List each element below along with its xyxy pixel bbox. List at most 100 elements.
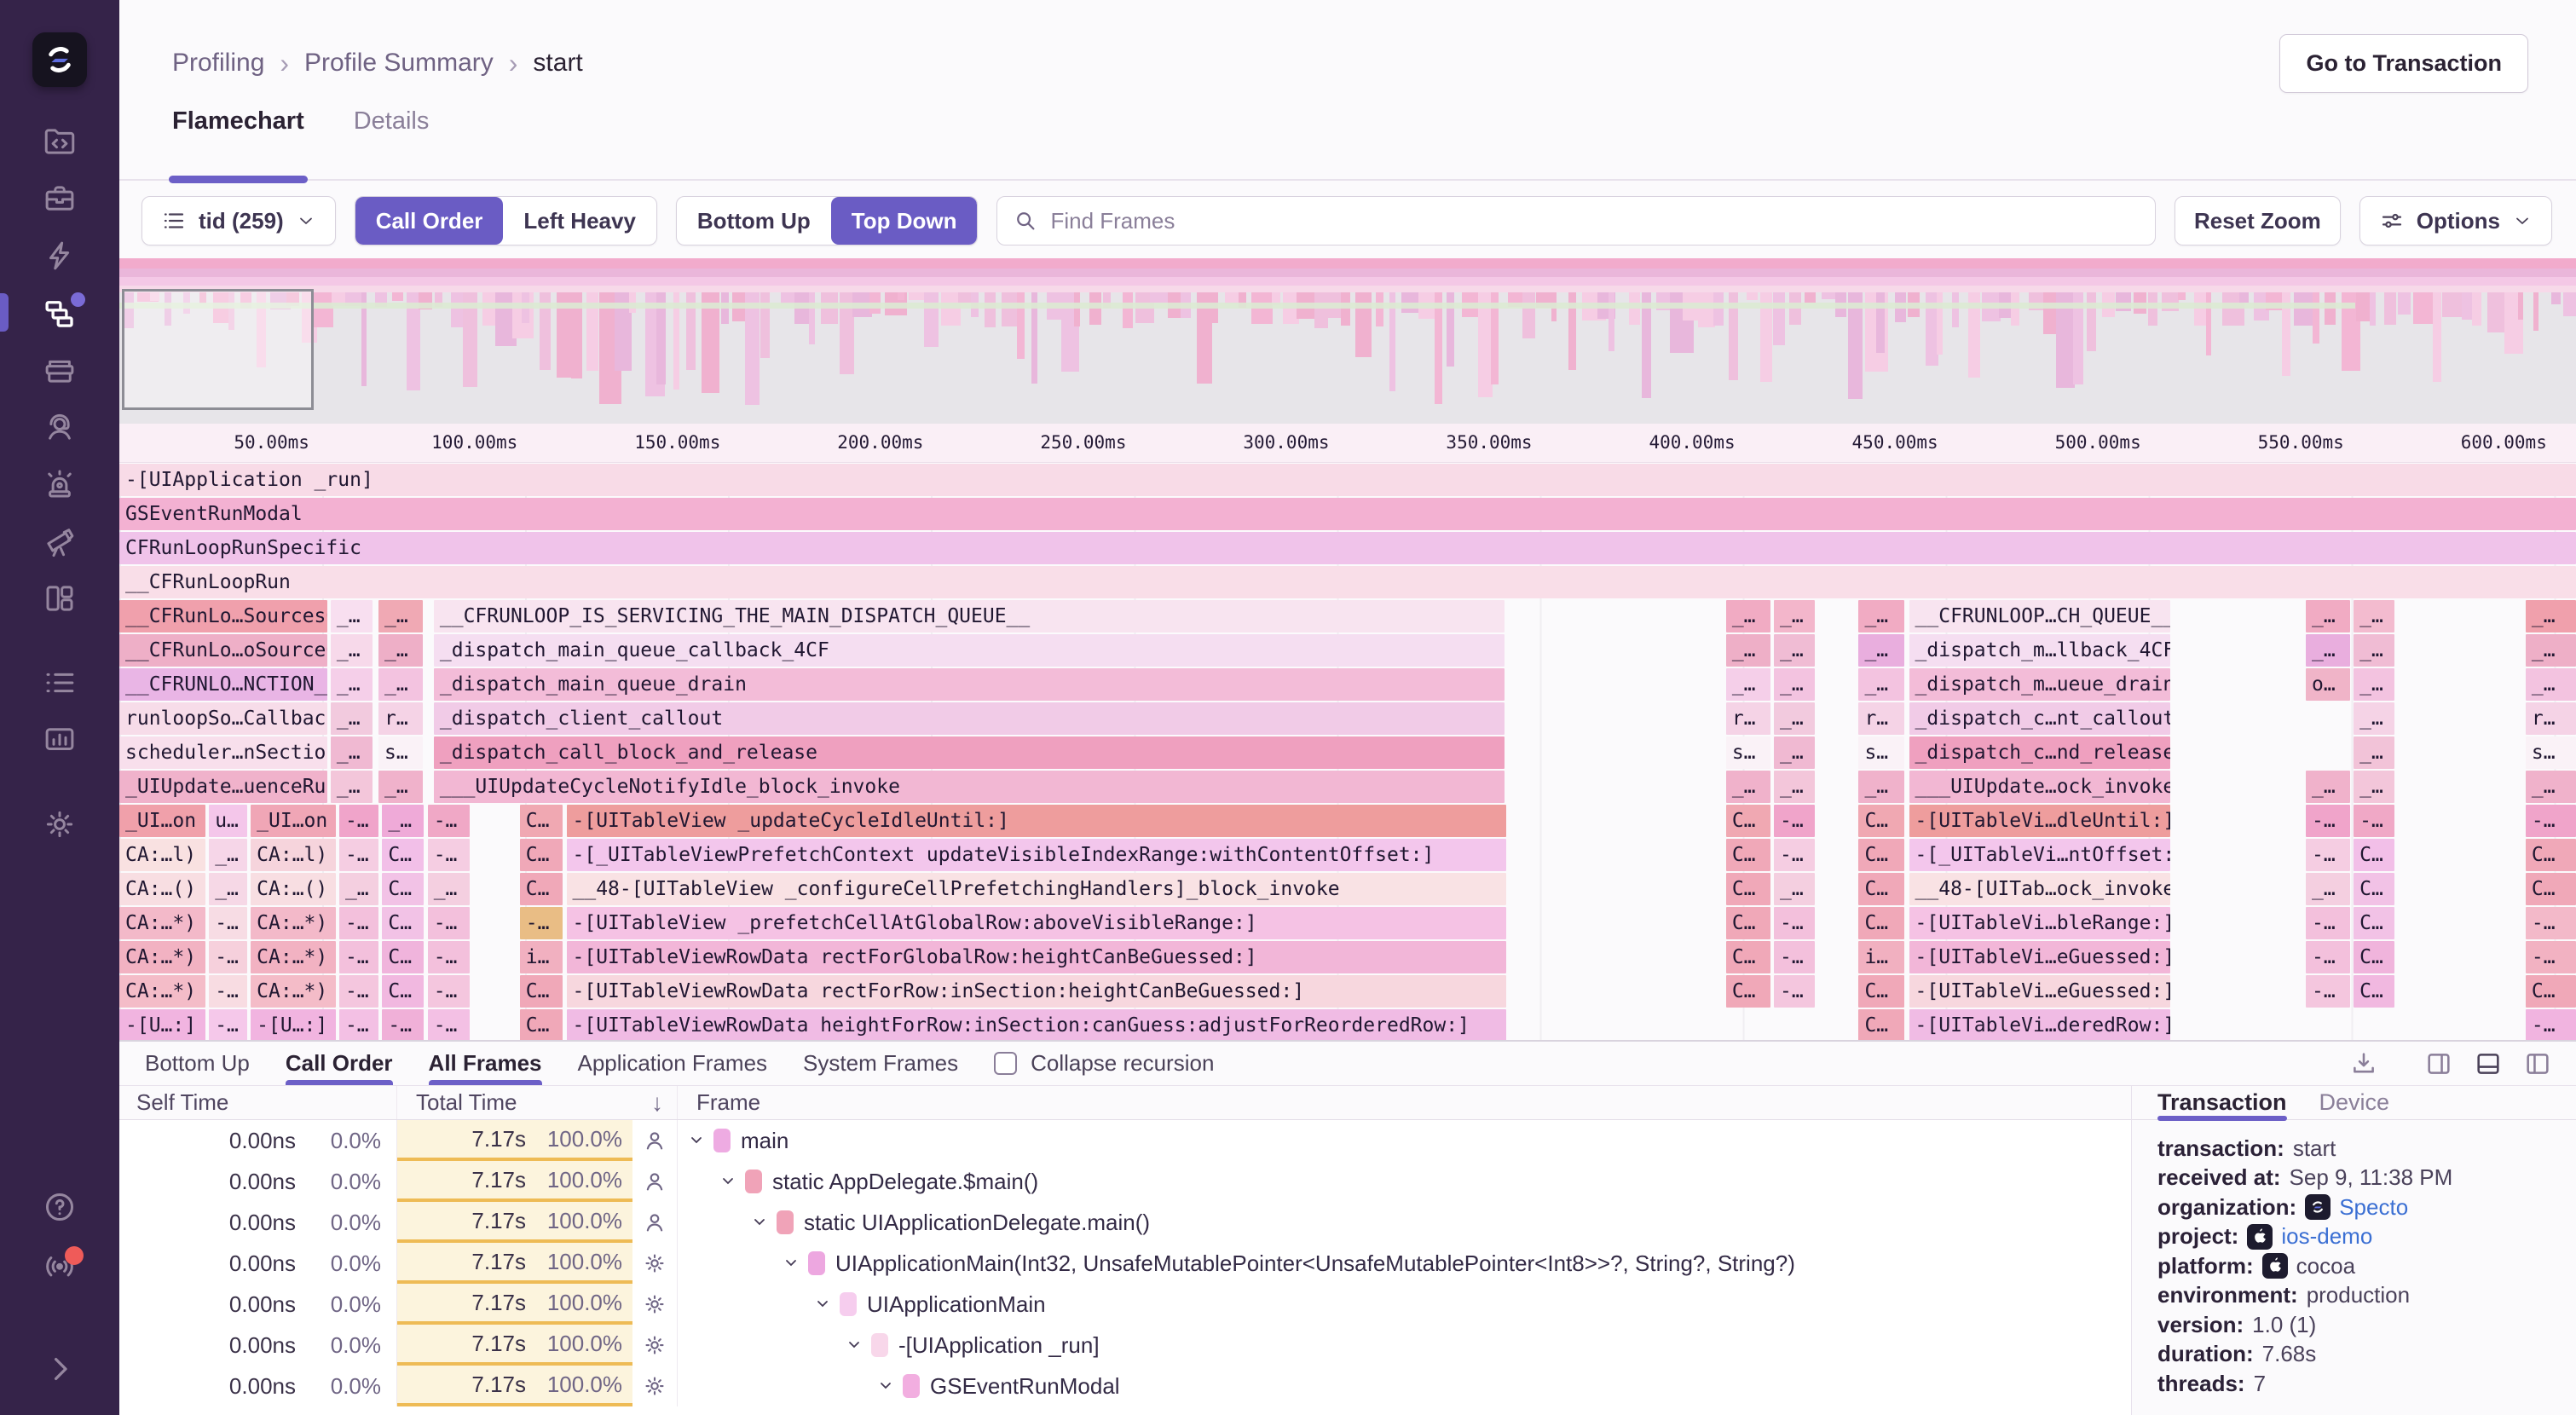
sidebar-item-settings[interactable] xyxy=(0,795,119,852)
flame-frame[interactable]: _… xyxy=(378,771,423,803)
flame-frame[interactable]: -… xyxy=(339,941,378,973)
flame-frame[interactable]: _… xyxy=(1774,634,1815,667)
flame-frame[interactable]: -… xyxy=(339,805,378,837)
table-row[interactable]: 0.00ns0.0%7.17s100.0%UIApplicationMain xyxy=(119,1284,2131,1325)
flame-frame[interactable]: C… xyxy=(2526,839,2576,871)
flame-frame[interactable]: _… xyxy=(331,600,373,632)
flame-frame[interactable]: -… xyxy=(428,907,470,939)
flame-frame[interactable]: _… xyxy=(209,839,247,871)
flame-frame[interactable]: _… xyxy=(1774,600,1815,632)
flame-frame[interactable]: -[UITableView _prefetchCellAtGlobalRow:a… xyxy=(567,907,1506,939)
flame-frame[interactable]: _… xyxy=(2354,702,2394,735)
filter-system-frames[interactable]: System Frames xyxy=(803,1042,958,1085)
flame-frame[interactable]: CA:…l) xyxy=(251,839,335,871)
flame-frame[interactable]: -… xyxy=(2354,805,2394,837)
flame-frame[interactable]: -[UITableVi…dleUntil:] xyxy=(1909,805,2171,837)
flame-frame[interactable]: __48-[UITableView _configureCellPrefetch… xyxy=(567,873,1506,905)
flame-frame[interactable]: _… xyxy=(1726,634,1770,667)
frame-cell[interactable]: static AppDelegate.$main() xyxy=(678,1161,2131,1202)
table-row[interactable]: 0.00ns0.0%7.17s100.0%main xyxy=(119,1120,2131,1161)
flame-frame[interactable]: _… xyxy=(2526,668,2576,701)
sidebar-item-performance[interactable] xyxy=(0,227,119,284)
flame-frame[interactable]: -… xyxy=(2526,907,2576,939)
flame-frame[interactable]: u… xyxy=(209,805,247,837)
flame-frame[interactable]: -… xyxy=(1774,975,1815,1008)
flame-frame[interactable]: _… xyxy=(2306,600,2350,632)
flame-frame[interactable]: C… xyxy=(382,907,424,939)
flame-frame[interactable]: C… xyxy=(1858,907,1903,939)
sentry-logo[interactable] xyxy=(32,32,87,87)
expand-chevron[interactable] xyxy=(879,1381,892,1391)
flame-frame[interactable]: -… xyxy=(520,907,563,939)
table-row[interactable]: 0.00ns0.0%7.17s100.0%UIApplicationMain(I… xyxy=(119,1243,2131,1284)
flame-frame[interactable]: -… xyxy=(2306,941,2350,973)
flame-frame[interactable]: _… xyxy=(2354,736,2394,769)
collapse-recursion-checkbox[interactable] xyxy=(994,1052,1017,1075)
header-total-time[interactable]: Total Time ↓ xyxy=(397,1086,678,1119)
flame-frame[interactable]: _… xyxy=(331,771,373,803)
flame-frame[interactable]: _… xyxy=(1858,600,1903,632)
filter-application-frames[interactable]: Application Frames xyxy=(578,1042,768,1085)
flame-frame[interactable]: o… xyxy=(2306,668,2350,701)
flame-frame[interactable]: CA:…*) xyxy=(119,907,205,939)
frame-cell[interactable]: UIApplicationMain(Int32, UnsafeMutablePo… xyxy=(678,1243,2131,1284)
flame-frame[interactable]: -[UITableViewRowData rectForRow:inSectio… xyxy=(567,975,1506,1008)
flame-frame[interactable]: -… xyxy=(428,975,470,1008)
expand-chevron[interactable] xyxy=(753,1217,766,1227)
expand-chevron[interactable] xyxy=(784,1258,798,1268)
flame-frame[interactable]: -[_UITableViewPrefetchContext updateVisi… xyxy=(567,839,1506,871)
breadcrumb-profile-summary[interactable]: Profile Summary xyxy=(304,49,494,78)
left-heavy-button[interactable]: Left Heavy xyxy=(503,197,656,245)
flame-frame[interactable]: C… xyxy=(1858,839,1903,871)
flame-frame[interactable]: _dispatch_main_queue_callback_4CF xyxy=(434,634,1505,667)
header-frame[interactable]: Frame xyxy=(678,1086,2131,1119)
flame-frame[interactable]: _… xyxy=(339,873,378,905)
flame-frame[interactable]: __CFRUNLO…NCTION__ xyxy=(119,668,327,701)
flame-frame[interactable]: runloopSo…Callback xyxy=(119,702,327,735)
go-to-transaction-button[interactable]: Go to Transaction xyxy=(2279,34,2528,93)
expand-chevron[interactable] xyxy=(847,1340,861,1350)
flame-frame[interactable]: _… xyxy=(1858,771,1903,803)
flame-frame[interactable]: GSEventRunModal xyxy=(119,498,2576,530)
flame-frame[interactable]: -… xyxy=(1774,941,1815,973)
flame-frame[interactable]: r… xyxy=(1726,702,1770,735)
flame-frame[interactable]: _dispatch_main_queue_drain xyxy=(434,668,1505,701)
flame-frame[interactable]: -… xyxy=(209,941,247,973)
flame-frame[interactable]: C… xyxy=(2526,873,2576,905)
flamechart-minimap[interactable] xyxy=(119,258,2576,424)
flame-frame[interactable]: C… xyxy=(520,975,563,1008)
flame-frame[interactable]: -[U…:] xyxy=(251,1009,335,1040)
flame-frame[interactable]: _… xyxy=(2354,600,2394,632)
flame-frame[interactable]: -… xyxy=(2306,975,2350,1008)
sidebar-item-issues[interactable] xyxy=(0,170,119,227)
flame-frame[interactable]: _UIUpdate…uenceRun xyxy=(119,771,327,803)
flame-frame[interactable]: s… xyxy=(1726,736,1770,769)
flame-frame[interactable]: -… xyxy=(428,839,470,871)
flame-frame[interactable]: -[UITableViewRowData heightForRow:inSect… xyxy=(567,1009,1506,1040)
flame-frame[interactable]: C… xyxy=(520,839,563,871)
flame-frame[interactable]: _… xyxy=(2526,634,2576,667)
flame-frame[interactable]: -[UITableView _updateCycleIdleUntil:] xyxy=(567,805,1506,837)
flame-frame[interactable]: -[UITableVi…bleRange:] xyxy=(1909,907,2171,939)
flame-frame[interactable]: -… xyxy=(428,805,470,837)
sidebar-item-alerts[interactable] xyxy=(0,455,119,512)
flame-frame[interactable]: _… xyxy=(1774,873,1815,905)
sort-descending-icon[interactable]: ↓ xyxy=(632,1089,677,1117)
flame-frame[interactable]: -… xyxy=(2526,1009,2576,1040)
download-icon[interactable] xyxy=(2349,1049,2378,1078)
flame-frame[interactable]: _… xyxy=(1774,702,1815,735)
flame-frame[interactable]: _… xyxy=(209,873,247,905)
flame-frame[interactable]: r… xyxy=(2526,702,2576,735)
flame-frame[interactable]: CA:…*) xyxy=(119,975,205,1008)
sidebar-item-dashboards[interactable] xyxy=(0,569,119,627)
sidebar-item-profiling[interactable] xyxy=(0,284,119,341)
flame-frame[interactable]: -… xyxy=(339,1009,378,1040)
flame-frame[interactable]: _… xyxy=(2354,634,2394,667)
flame-frame[interactable]: -… xyxy=(339,839,378,871)
flame-frame[interactable]: CA:…*) xyxy=(251,907,335,939)
breadcrumb-profiling[interactable]: Profiling xyxy=(172,49,264,78)
flame-frame[interactable]: s… xyxy=(378,736,423,769)
expand-chevron[interactable] xyxy=(721,1176,735,1187)
detail-value[interactable]: Specto xyxy=(2339,1194,2408,1221)
expand-chevron[interactable] xyxy=(690,1135,703,1146)
